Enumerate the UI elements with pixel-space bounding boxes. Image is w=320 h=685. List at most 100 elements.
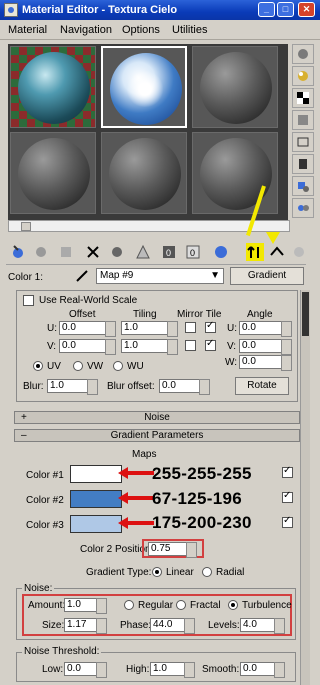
show-end-result-button[interactable] — [212, 243, 230, 261]
low-field[interactable]: 0.0 — [64, 662, 107, 678]
amount-label: Amount: — [28, 600, 66, 611]
sample-slot-4[interactable] — [10, 132, 96, 214]
sample-slot-6[interactable] — [192, 132, 278, 214]
menu-options[interactable]: Options — [122, 24, 160, 36]
smooth-field[interactable]: 0.0 — [240, 662, 285, 678]
go-to-parent-button[interactable] — [246, 243, 264, 261]
w-angle-field[interactable]: 0.0 — [239, 355, 292, 371]
real-world-scale-checkbox[interactable] — [23, 295, 34, 306]
map-name-combo[interactable]: Map #9 ▼ — [96, 268, 224, 284]
real-world-scale-label: Use Real-World Scale — [39, 295, 138, 306]
go-forward-sibling-button[interactable] — [268, 243, 286, 261]
close-button[interactable]: ✕ — [298, 2, 315, 17]
noise-rollout-title: Noise — [144, 412, 170, 423]
material-map-navigator-button[interactable] — [290, 243, 308, 261]
size-field[interactable]: 1.17 — [64, 618, 107, 634]
show-map-button[interactable]: 0 — [184, 243, 202, 261]
material-id-icon: 0 — [163, 246, 175, 258]
sample-type-icon — [298, 49, 308, 59]
radial-radio[interactable] — [202, 567, 212, 577]
u-tile-checkbox[interactable] — [205, 320, 216, 333]
reset-map-button[interactable] — [84, 243, 102, 261]
u-tiling-field[interactable]: 1.0 — [121, 321, 178, 337]
sample-slot-5[interactable] — [101, 132, 187, 214]
color2-position-field[interactable]: 0.75 — [148, 542, 197, 558]
go-to-parent-icon — [247, 246, 259, 258]
sample-type-button[interactable] — [292, 44, 314, 64]
make-preview-button[interactable] — [292, 154, 314, 174]
video-check-button[interactable] — [292, 132, 314, 152]
options-button[interactable] — [292, 176, 314, 196]
noise-rollout-header[interactable]: + Noise — [14, 411, 300, 424]
menu-material[interactable]: Material — [8, 24, 47, 36]
blur-field[interactable]: 1.0 — [47, 379, 98, 395]
turbulence-radio[interactable] — [228, 600, 238, 610]
smooth-label: Smooth: — [202, 664, 240, 675]
wu-radio[interactable] — [113, 361, 123, 371]
uv-radio[interactable] — [33, 361, 43, 371]
low-label: Low: — [42, 664, 64, 675]
v-offset-field[interactable]: 0.0 — [59, 339, 116, 355]
gradient-params-rollout-header[interactable]: – Gradient Parameters — [14, 429, 300, 442]
linear-radio[interactable] — [152, 567, 162, 577]
angle-header: Angle — [247, 309, 273, 320]
sample-slot-1[interactable] — [10, 46, 96, 128]
rotate-button[interactable]: Rotate — [235, 377, 289, 395]
amount-field[interactable]: 1.0 — [64, 598, 107, 614]
menu-navigation[interactable]: Navigation — [60, 24, 112, 36]
high-field[interactable]: 1.0 — [150, 662, 195, 678]
get-material-button[interactable] — [10, 243, 28, 261]
color3-swatch[interactable] — [70, 515, 122, 533]
scrollbar-thumb[interactable] — [21, 222, 31, 231]
make-unique-icon — [112, 247, 122, 257]
put-to-library-button[interactable] — [134, 243, 152, 261]
select-by-material-button[interactable] — [292, 198, 314, 218]
eyedropper-icon[interactable] — [74, 268, 90, 284]
title-bar: Material Editor - Textura Cielo _ □ ✕ — [0, 0, 320, 20]
color2-swatch[interactable] — [70, 490, 122, 508]
get-material-icon — [13, 245, 23, 258]
make-unique-button[interactable] — [108, 243, 126, 261]
sample-slot-3[interactable] — [192, 46, 278, 128]
color3-map-checkbox[interactable] — [282, 515, 293, 528]
menu-bar: Material Navigation Options Utilities — [0, 20, 320, 40]
levels-field[interactable]: 4.0 — [240, 618, 285, 634]
offset-header: Offset — [69, 309, 96, 320]
minimize-button[interactable]: _ — [258, 2, 275, 17]
gradient-type-label: Gradient Type: — [86, 567, 152, 578]
map-type-button[interactable]: Gradient — [230, 267, 304, 285]
v-label: V: — [47, 341, 57, 352]
uv-tiling-button[interactable] — [292, 110, 314, 130]
color1-map-checkbox[interactable] — [282, 465, 293, 478]
put-to-scene-button[interactable] — [32, 243, 50, 261]
material-id-button[interactable]: 0 — [160, 243, 178, 261]
phase-field[interactable]: 44.0 — [150, 618, 195, 634]
vw-radio[interactable] — [73, 361, 83, 371]
color2-map-checkbox[interactable] — [282, 490, 293, 503]
maximize-button[interactable]: □ — [277, 2, 294, 17]
u-offset-field[interactable]: 0.0 — [59, 321, 116, 337]
v-tile-checkbox[interactable] — [205, 338, 216, 351]
color3-rgb-annotation: 175-200-230 — [152, 513, 252, 532]
expand-icon: + — [21, 412, 27, 423]
u-angle-field[interactable]: 0.0 — [239, 321, 292, 337]
backlight-button[interactable] — [292, 66, 314, 86]
u-mirror-checkbox[interactable] — [185, 322, 196, 333]
w-angle-label: W: — [225, 357, 238, 368]
menu-utilities[interactable]: Utilities — [172, 24, 207, 36]
rollout-scrollbar-thumb[interactable] — [302, 292, 309, 336]
color1-swatch[interactable] — [70, 465, 122, 483]
background-button[interactable] — [292, 88, 314, 108]
regular-radio[interactable] — [124, 600, 134, 610]
v-mirror-checkbox[interactable] — [185, 340, 196, 351]
rollout-scrollbar[interactable] — [300, 290, 310, 685]
fractal-radio[interactable] — [176, 600, 186, 610]
gradient-params-title: Gradient Parameters — [110, 430, 204, 441]
regular-radio-label: Regular — [138, 600, 174, 611]
sample-slot-2-selected[interactable] — [101, 46, 187, 128]
assign-material-button[interactable] — [58, 243, 76, 261]
blur-offset-field[interactable]: 0.0 — [159, 379, 210, 395]
v-tiling-field[interactable]: 1.0 — [121, 339, 178, 355]
coordinates-rollout: Use Real-World Scale Offset Tiling Mirro… — [16, 290, 298, 402]
v-angle-field[interactable]: 0.0 — [239, 339, 292, 355]
